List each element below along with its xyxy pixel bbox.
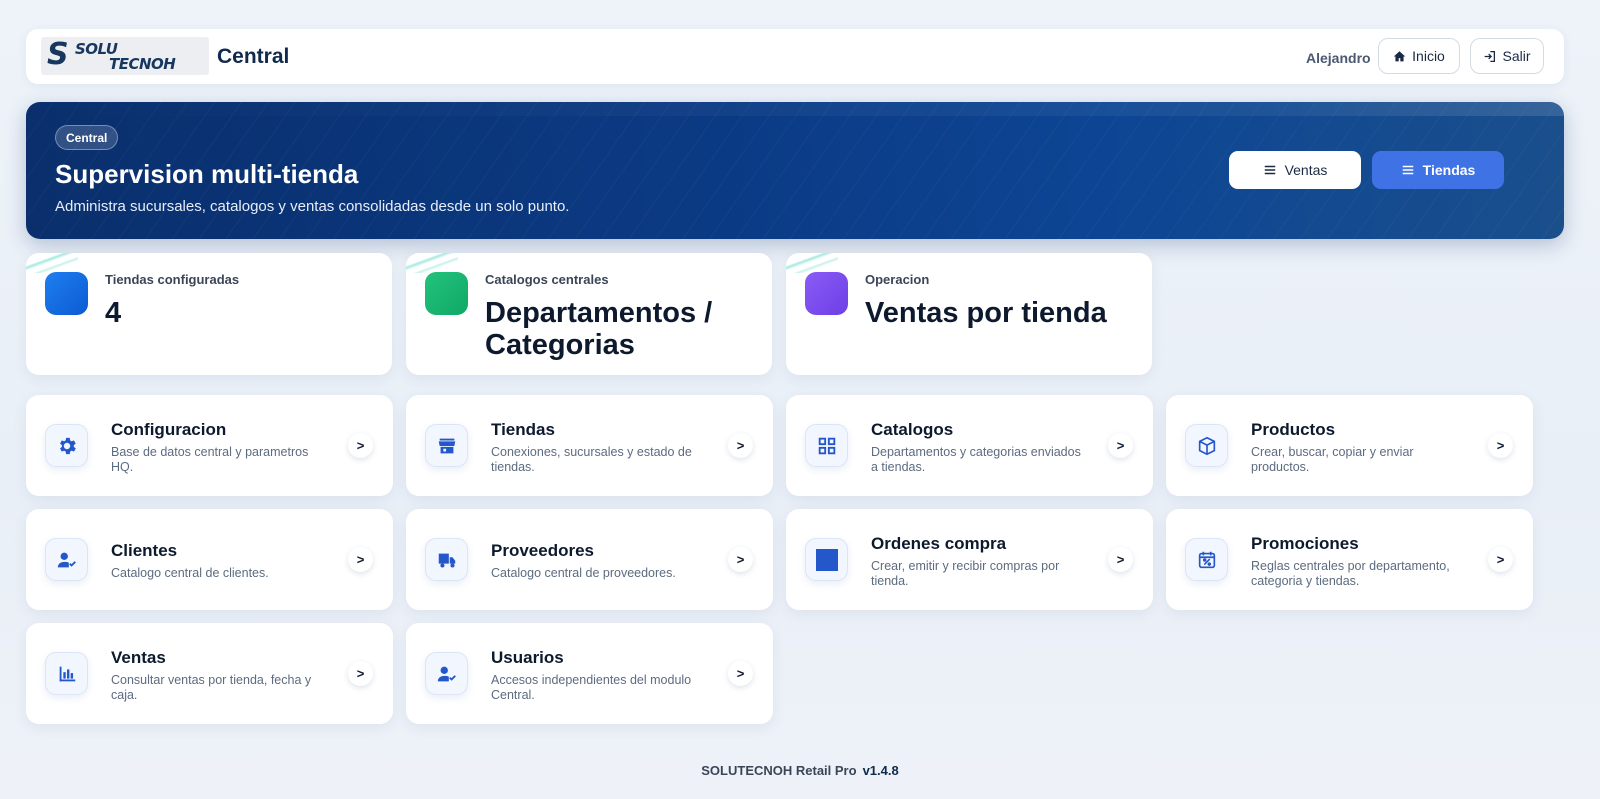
current-user-name: Alejandro xyxy=(1306,50,1371,66)
module-title: Usuarios xyxy=(491,648,564,667)
tiendas-button-label: Tiendas xyxy=(1422,162,1476,178)
chevron-right-icon[interactable]: > xyxy=(348,433,373,458)
stat-value: Ventas por tienda xyxy=(865,297,1107,329)
stat-label: Operacion xyxy=(865,272,930,287)
store-count-icon xyxy=(45,272,88,315)
stat-card-catalogos: Catalogos centrales Departamentos / Cate… xyxy=(406,253,772,375)
chevron-right-icon[interactable]: > xyxy=(1488,547,1513,572)
hero-subtitle: Administra sucursales, catalogos y venta… xyxy=(55,198,570,215)
chevron-right-icon[interactable]: > xyxy=(1108,547,1133,572)
module-card-clientes[interactable]: Clientes Catalogo central de clientes. > xyxy=(26,509,393,610)
module-title: Ordenes compra xyxy=(871,534,1007,553)
chevron-right-icon[interactable]: > xyxy=(728,661,753,686)
home-button[interactable]: Inicio xyxy=(1378,38,1460,74)
module-card-tiendas[interactable]: Tiendas Conexiones, sucursales y estado … xyxy=(406,395,773,496)
footer: SOLUTECNOH Retail Pro v1.4.8 xyxy=(0,763,1600,778)
chevron-right-icon[interactable]: > xyxy=(348,661,373,686)
footer-version: v1.4.8 xyxy=(862,763,899,778)
store-icon xyxy=(438,438,455,453)
stat-card-tiendas: Tiendas configuradas 4 xyxy=(26,253,392,375)
app-title: Central xyxy=(217,45,290,68)
ventas-button[interactable]: Ventas xyxy=(1229,151,1361,189)
stat-label: Tiendas configuradas xyxy=(105,272,240,287)
module-description: Crear, buscar, copiar y enviar productos… xyxy=(1251,445,1414,474)
module-title: Proveedores xyxy=(491,541,594,560)
module-description: Accesos independientes del modulo Centra… xyxy=(491,673,692,702)
menu-icon xyxy=(1402,165,1413,175)
module-description: Conexiones, sucursales y estado de tiend… xyxy=(491,445,692,474)
box-icon xyxy=(1198,436,1215,455)
grid-icon xyxy=(818,437,835,454)
top-navbar: S SOLU TECNOH Central Alejandro Inicio S… xyxy=(26,29,1564,84)
catalog-icon xyxy=(425,272,468,315)
square-icon xyxy=(815,548,838,571)
stat-label: Catalogos centrales xyxy=(485,272,609,287)
module-title: Clientes xyxy=(111,541,178,560)
truck-icon xyxy=(438,553,455,568)
module-card-ordenes-compra[interactable]: Ordenes compra Crear, emitir y recibir c… xyxy=(786,509,1153,610)
menu-icon xyxy=(1264,165,1275,175)
home-icon xyxy=(1393,50,1406,61)
tiendas-button[interactable]: Tiendas xyxy=(1372,151,1504,189)
home-button-label: Inicio xyxy=(1412,48,1445,64)
ventas-button-label: Ventas xyxy=(1284,162,1328,178)
user-check-icon xyxy=(57,552,76,567)
module-title: Productos xyxy=(1251,420,1336,439)
module-card-productos[interactable]: Productos Crear, buscar, copiar y enviar… xyxy=(1166,395,1533,496)
logout-button-label: Salir xyxy=(1502,48,1531,64)
module-description: Base de datos central y parametros HQ. xyxy=(111,445,309,474)
footer-product: SOLUTECNOH Retail Pro xyxy=(701,763,857,778)
module-description: Catalogo central de proveedores. xyxy=(491,566,676,580)
module-card-ventas[interactable]: Ventas Consultar ventas por tienda, fech… xyxy=(26,623,393,724)
user-check-icon xyxy=(437,666,456,681)
module-title: Ventas xyxy=(111,648,166,667)
hero-banner: Central Supervision multi-tienda Adminis… xyxy=(26,102,1564,239)
calendar-percent-icon xyxy=(1198,551,1215,568)
module-card-promociones[interactable]: Promociones Reglas centrales por departa… xyxy=(1166,509,1533,610)
module-description: Consultar ventas por tienda, fecha y caj… xyxy=(111,673,312,702)
module-card-configuracion[interactable]: Configuracion Base de datos central y pa… xyxy=(26,395,393,496)
module-title: Tiendas xyxy=(491,420,555,439)
module-title: Catalogos xyxy=(871,420,954,439)
module-description: Reglas centrales por departamento, categ… xyxy=(1251,559,1450,588)
stat-value: 4 xyxy=(105,297,122,329)
hero-title: Supervision multi-tienda xyxy=(55,159,359,189)
operation-icon xyxy=(805,272,848,315)
section-badge: Central xyxy=(55,125,119,150)
bar-chart-icon xyxy=(59,666,75,681)
module-card-proveedores[interactable]: Proveedores Catalogo central de proveedo… xyxy=(406,509,773,610)
logout-button[interactable]: Salir xyxy=(1470,38,1544,74)
chevron-right-icon[interactable]: > xyxy=(728,433,753,458)
stat-value: Departamentos / Categorias xyxy=(485,297,713,361)
company-logo[interactable]: S SOLU TECNOH xyxy=(41,37,209,75)
chevron-right-icon[interactable]: > xyxy=(1108,433,1133,458)
module-title: Configuracion xyxy=(111,420,227,439)
chevron-right-icon[interactable]: > xyxy=(728,547,753,572)
module-description: Departamentos y categorias enviados a ti… xyxy=(871,445,1081,474)
module-description: Catalogo central de clientes. xyxy=(111,566,269,580)
stat-card-operacion: Operacion Ventas por tienda xyxy=(786,253,1152,375)
chevron-right-icon[interactable]: > xyxy=(348,547,373,572)
chevron-right-icon[interactable]: > xyxy=(1488,433,1513,458)
module-description: Crear, emitir y recibir compras por tien… xyxy=(871,559,1060,588)
logout-icon xyxy=(1485,50,1496,62)
module-title: Promociones xyxy=(1251,534,1359,553)
module-card-catalogos[interactable]: Catalogos Departamentos y categorias env… xyxy=(786,395,1153,496)
gear-icon xyxy=(59,437,76,454)
module-card-usuarios[interactable]: Usuarios Accesos independientes del modu… xyxy=(406,623,773,724)
